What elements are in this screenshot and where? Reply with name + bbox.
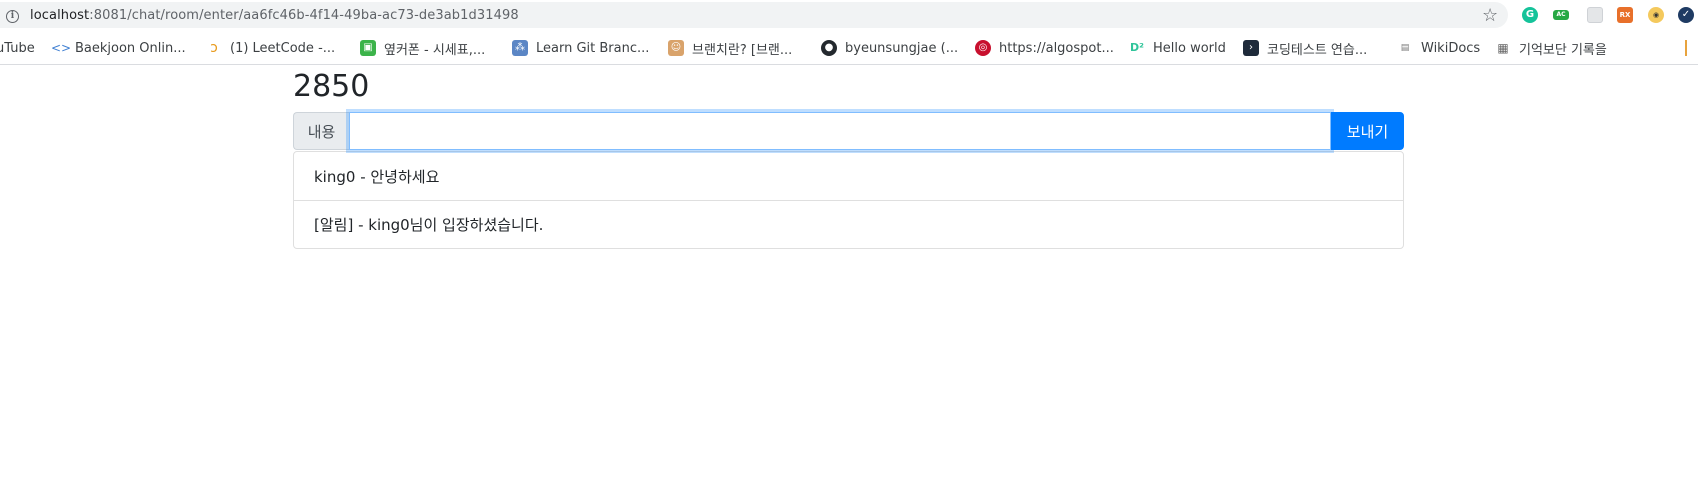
message-input[interactable]: [349, 112, 1331, 150]
message-list: king0 - 안녕하세요 [알림] - king0님이 입장하셨습니다.: [293, 151, 1404, 249]
content-label: 내용: [293, 112, 349, 150]
phone-icon: ▣: [360, 40, 376, 56]
bookmark-hello-world[interactable]: D² Hello world: [1129, 39, 1226, 57]
list-item: king0 - 안녕하세요: [314, 167, 440, 186]
omnibox[interactable]: i localhost:8081/chat/room/enter/aa6fc46…: [0, 2, 1508, 28]
url-host: localhost: [30, 8, 90, 23]
bookmark-learn-git[interactable]: ⁂ Learn Git Branc...: [512, 39, 649, 57]
check-icon[interactable]: ✓: [1678, 7, 1694, 23]
bookmark-label: (1) LeetCode -...: [230, 40, 336, 56]
bookmark-label: https://algospot...: [999, 40, 1114, 56]
bookmark-label: 기억보단 기록을: [1519, 42, 1607, 58]
bookmark-github[interactable]: ● byeunsungjae (...: [821, 39, 958, 57]
code-bracket-icon: <>: [51, 41, 72, 55]
bookmark-label: Baekjoon Onlin...: [75, 40, 186, 56]
github-icon: ●: [821, 40, 837, 56]
leetcode-icon: ↄ: [210, 40, 218, 56]
grammarly-icon[interactable]: G: [1522, 7, 1538, 23]
bookmark-folder-edge: [1685, 40, 1687, 56]
bookmark-label: WikiDocs: [1421, 40, 1481, 56]
bookmark-wikidocs[interactable]: ▤ WikiDocs: [1397, 39, 1480, 57]
wikidocs-icon: ▤: [1400, 43, 1410, 53]
bookmark-blog[interactable]: ▦ 기억보단 기록을: [1495, 39, 1607, 58]
bookmark-programmers[interactable]: › 코딩테스트 연습...: [1243, 39, 1368, 58]
bookmark-label: Learn Git Branc...: [536, 40, 650, 56]
send-button[interactable]: 보내기: [1331, 112, 1404, 150]
target-icon: ◎: [975, 40, 991, 56]
browser-address-bar: i localhost:8081/chat/room/enter/aa6fc46…: [0, 0, 1698, 29]
list-item: [알림] - king0님이 입장하셨습니다.: [294, 200, 1403, 248]
url-text[interactable]: localhost:8081/chat/room/enter/aa6fc46b-…: [30, 8, 519, 23]
info-icon[interactable]: i: [6, 10, 19, 23]
bookmark-youtube[interactable]: uTube: [0, 39, 35, 57]
bookmark-label: 코딩테스트 연습...: [1267, 42, 1368, 58]
owl-icon[interactable]: ◉: [1648, 7, 1664, 23]
rx-icon[interactable]: RX: [1617, 7, 1633, 23]
bookmark-star-icon[interactable]: ☆: [1482, 6, 1498, 26]
mascot-icon: ☺: [668, 40, 684, 56]
bookmark-label: 옆커폰 - 시세표,...: [384, 42, 486, 58]
bookmark-label: Hello world: [1153, 40, 1226, 56]
bookmark-branch[interactable]: ☺ 브랜치란? [브랜...: [668, 39, 793, 58]
bookmark-algospot[interactable]: ◎ https://algospot...: [975, 39, 1114, 57]
bookmark-leetcode[interactable]: ↄ (1) LeetCode -...: [206, 39, 335, 57]
bookmarks-bar: uTube <> Baekjoon Onlin... ↄ (1) LeetCod…: [0, 30, 1698, 65]
message-composer: 내용 보내기: [293, 112, 1404, 150]
bookmark-label: byeunsungjae (...: [845, 40, 959, 56]
grid-icon[interactable]: [1587, 7, 1603, 23]
room-title: 2850: [293, 69, 370, 104]
ac-icon[interactable]: AC: [1553, 10, 1569, 20]
blog-icon: ▦: [1497, 41, 1509, 55]
programmers-icon: ›: [1243, 40, 1259, 56]
url-path: :8081/chat/room/enter/aa6fc46b-4f14-49ba…: [89, 8, 519, 23]
d2-icon: D²: [1130, 41, 1144, 54]
bookmark-phone[interactable]: ▣ 옆커폰 - 시세표,...: [360, 39, 486, 58]
bookmark-baekjoon[interactable]: <> Baekjoon Onlin...: [51, 39, 186, 57]
bookmark-label: uTube: [0, 40, 35, 56]
git-icon: ⁂: [512, 40, 528, 56]
bookmark-label: 브랜치란? [브랜...: [692, 42, 793, 58]
